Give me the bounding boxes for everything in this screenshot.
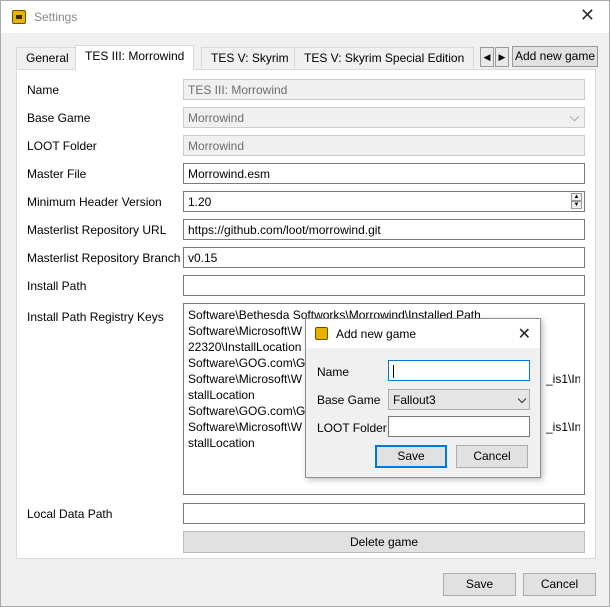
loot-app-icon: [12, 10, 26, 24]
tab-scroll-right-icon[interactable]: ▶: [495, 47, 509, 67]
game-settings-panel: Name TES III: Morrowind Base Game Morrow…: [16, 69, 596, 559]
tab-scroll-left-icon[interactable]: ◀: [480, 47, 494, 67]
dialog-loot-folder-label: LOOT Folder: [317, 421, 387, 435]
min-header-version-value: 1.20: [188, 195, 212, 209]
local-data-path-label: Local Data Path: [27, 507, 113, 521]
masterlist-url-field[interactable]: https://github.com/loot/morrowind.git: [183, 219, 585, 240]
title-bar: Settings ✕: [1, 1, 609, 33]
spinner-arrows-icon[interactable]: ▲ ▼: [571, 193, 582, 210]
add-new-game-dialog: Add new game ✕ Name Base Game Fallout3 L…: [305, 318, 541, 478]
dialog-name-label: Name: [317, 365, 350, 379]
close-icon[interactable]: ✕: [518, 324, 531, 344]
dialog-base-game-label: Base Game: [317, 393, 381, 407]
masterlist-branch-field[interactable]: v0.15: [183, 247, 585, 268]
settings-window: Settings ✕ General TES III: Morrowind TE…: [0, 0, 610, 607]
install-path-label: Install Path: [27, 279, 87, 293]
local-data-path-field[interactable]: [183, 503, 585, 524]
save-button[interactable]: Save: [443, 573, 516, 596]
add-new-game-button[interactable]: Add new game: [512, 46, 598, 67]
loot-app-icon: [315, 327, 328, 340]
registry-line: Software\Microsoft\W: [188, 420, 303, 434]
master-file-label: Master File: [27, 167, 87, 181]
install-path-field[interactable]: [183, 275, 585, 296]
registry-line-tail: _is1\In: [546, 372, 580, 386]
masterlist-url-label: Masterlist Repository URL: [27, 223, 167, 237]
chevron-down-icon: [517, 394, 527, 404]
base-game-label: Base Game: [27, 111, 91, 125]
dialog-title: Add new game: [336, 327, 417, 341]
cancel-button[interactable]: Cancel: [523, 573, 596, 596]
tab-morrowind[interactable]: TES III: Morrowind: [75, 45, 195, 70]
dialog-save-button[interactable]: Save: [375, 445, 447, 468]
loot-folder-label: LOOT Folder: [27, 139, 97, 153]
text-cursor: [393, 365, 394, 379]
registry-line: Software\Microsoft\W: [188, 372, 303, 386]
dialog-base-game-select[interactable]: Fallout3: [388, 389, 530, 410]
name-label: Name: [27, 83, 60, 97]
min-header-version-label: Minimum Header Version: [27, 195, 162, 209]
registry-keys-label: Install Path Registry Keys: [27, 310, 164, 324]
base-game-value: Morrowind: [188, 111, 245, 125]
dialog-title-bar: Add new game ✕: [306, 319, 540, 348]
master-file-field[interactable]: Morrowind.esm: [183, 163, 585, 184]
masterlist-branch-label: Masterlist Repository Branch: [27, 251, 181, 265]
close-icon[interactable]: ✕: [580, 6, 595, 24]
min-header-version-spinbox[interactable]: 1.20 ▲ ▼: [183, 191, 585, 212]
dialog-base-game-value: Fallout3: [393, 393, 436, 407]
tab-general[interactable]: General: [16, 47, 79, 69]
window-title: Settings: [34, 10, 78, 24]
name-field[interactable]: TES III: Morrowind: [183, 79, 585, 100]
base-game-select[interactable]: Morrowind: [183, 107, 585, 128]
loot-folder-field[interactable]: Morrowind: [183, 135, 585, 156]
dialog-cancel-button[interactable]: Cancel: [456, 445, 528, 468]
tab-skyrim-se[interactable]: TES V: Skyrim Special Edition: [294, 47, 475, 69]
game-tabs: General TES III: Morrowind TES V: Skyrim…: [16, 45, 598, 70]
delete-game-button[interactable]: Delete game: [183, 531, 585, 553]
registry-line-tail: _is1\In: [546, 420, 580, 434]
tab-skyrim[interactable]: TES V: Skyrim: [201, 47, 299, 69]
dialog-loot-folder-field[interactable]: [388, 416, 530, 437]
chevron-down-icon: [569, 111, 580, 122]
dialog-name-field[interactable]: [388, 360, 530, 381]
